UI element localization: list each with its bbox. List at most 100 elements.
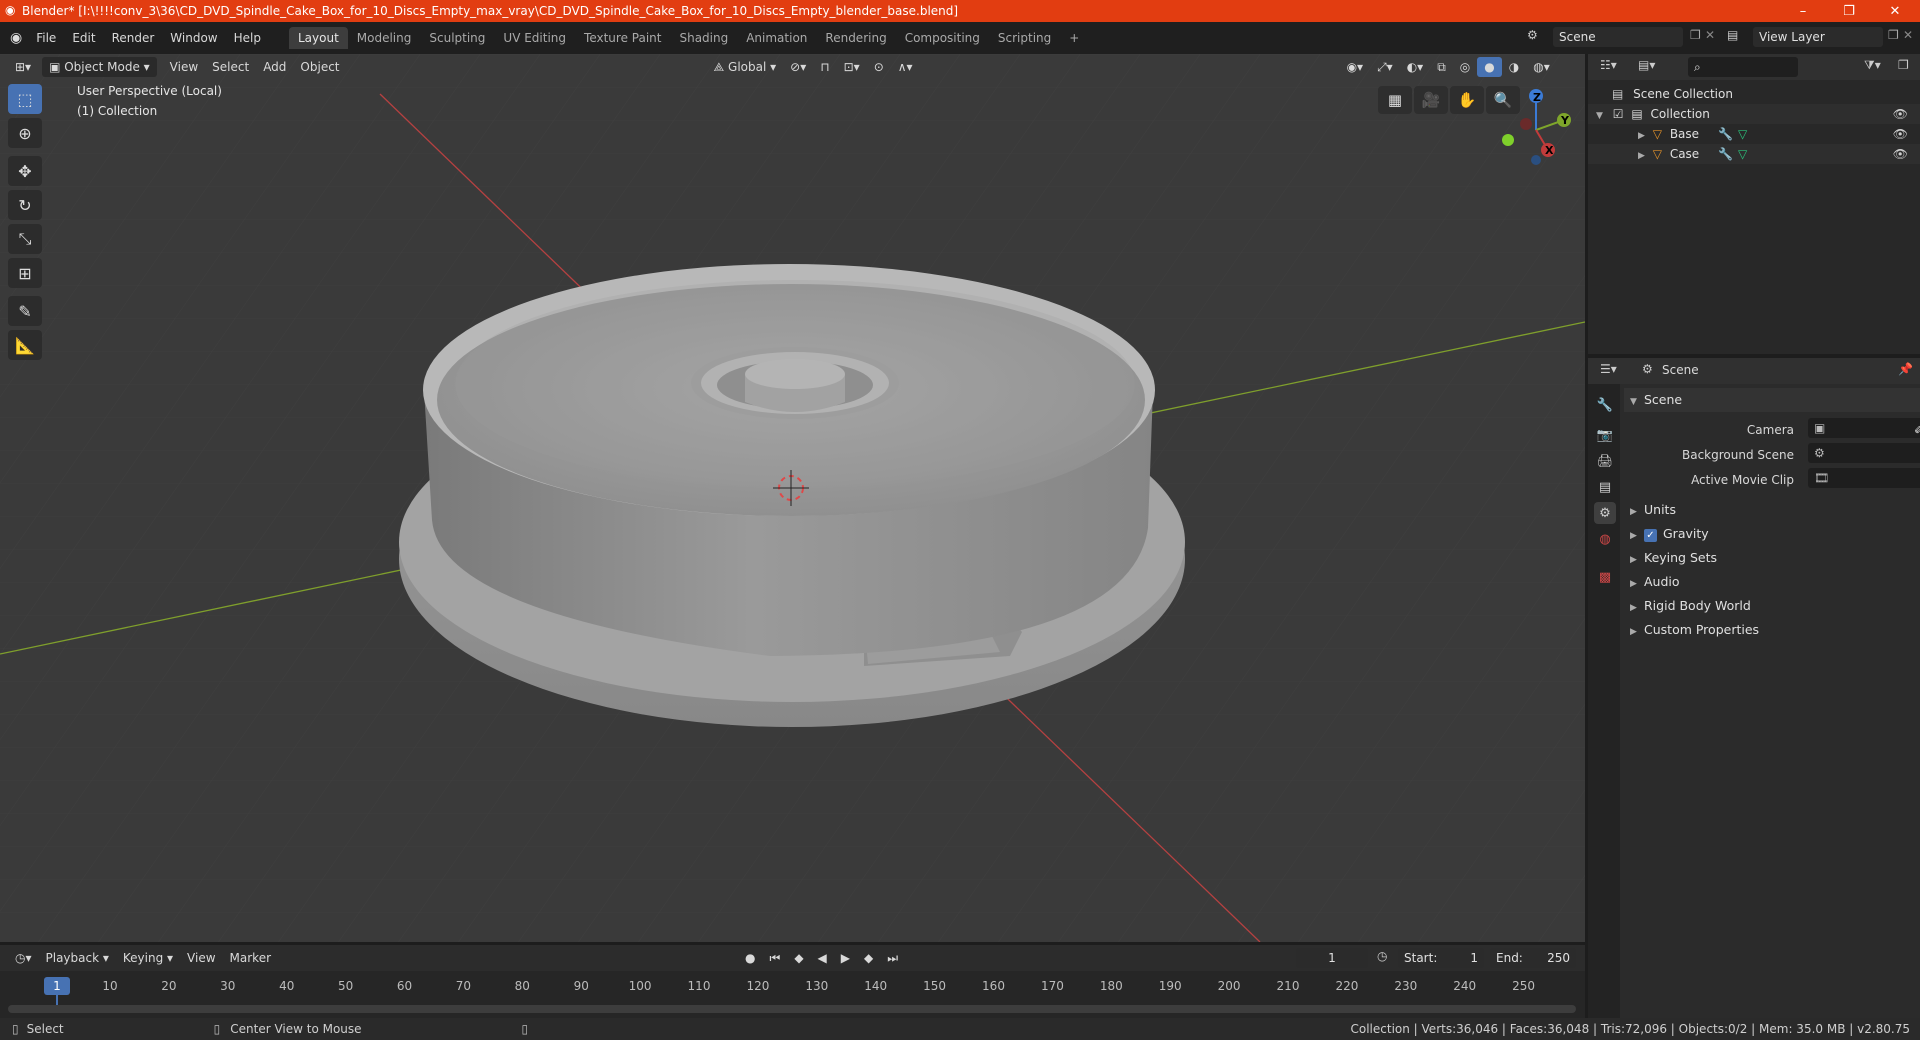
play-button[interactable]: ▶ [834, 948, 857, 968]
outliner-row-case[interactable]: ▶ ▽ Case 🔧 ▽ 👁 [1588, 144, 1920, 164]
menu-edit[interactable]: Edit [64, 27, 103, 49]
select-menu[interactable]: Select [205, 57, 256, 77]
tab-scripting[interactable]: Scripting [989, 27, 1060, 49]
proportional-edit-icon[interactable]: ⊙ [867, 57, 891, 77]
rendered-shading-icon[interactable]: ◍▾ [1526, 57, 1557, 77]
tab-modeling[interactable]: Modeling [348, 27, 421, 49]
annotate-tool[interactable]: ✎ [8, 296, 42, 326]
jump-end-button[interactable]: ⏭ [880, 948, 905, 968]
menu-help[interactable]: Help [226, 27, 269, 49]
expand-arrow-icon[interactable]: ▶ [1638, 131, 1645, 141]
solid-shading-icon[interactable]: ● [1477, 57, 1502, 77]
overlay-icon[interactable]: ◐▾ [1400, 57, 1431, 77]
end-frame-field[interactable]: End: 250 [1490, 948, 1576, 968]
pivot-point-icon[interactable]: ⊘▾ [783, 57, 813, 77]
material-shading-icon[interactable]: ◑ [1502, 57, 1526, 77]
frame-ruler[interactable]: 1 10 20 30 40 50 60 70 80 90 100 110 120 130 140 150 160… [0, 971, 1585, 999]
object-menu[interactable]: Object [293, 57, 346, 77]
visibility-icon[interactable]: ◉▾ [1340, 57, 1371, 77]
menu-file[interactable]: File [28, 27, 64, 49]
jump-start-button[interactable]: ⏮ [763, 948, 788, 968]
gravity-checkbox[interactable]: ✓ [1644, 529, 1657, 542]
maximize-button[interactable]: ❐ [1826, 0, 1872, 22]
eye-icon[interactable]: 👁 [1893, 144, 1908, 164]
transform-tool[interactable]: ⊞ [8, 258, 42, 288]
remove-view-layer-icon[interactable]: ✕ [1903, 28, 1913, 42]
tab-uv-editing[interactable]: UV Editing [494, 27, 575, 49]
falloff-icon[interactable]: ∧▾ [891, 57, 920, 77]
cursor-tool[interactable]: ⊕ [8, 118, 42, 148]
scene-selector[interactable]: Scene [1553, 27, 1683, 47]
outliner-search-input[interactable]: ⌕ [1688, 57, 1798, 77]
keying-menu[interactable]: Keying ▾ [116, 948, 180, 968]
toggle-perspective-button[interactable]: ▦ [1378, 86, 1412, 114]
tab-rendering[interactable]: Rendering [816, 27, 895, 49]
object-mode-dropdown[interactable]: ▣ Object Mode ▾ [42, 57, 157, 77]
tab-shading[interactable]: Shading [670, 27, 737, 49]
eye-icon[interactable]: 👁 [1893, 124, 1908, 144]
tab-animation[interactable]: Animation [737, 27, 816, 49]
world-tab[interactable]: ◍ [1594, 528, 1616, 550]
outliner-row-collection[interactable]: ▼ ☑ ▤ Collection 👁 [1588, 104, 1920, 124]
editor-type-icon[interactable]: ⊞▾ [8, 57, 38, 77]
menu-window[interactable]: Window [162, 27, 225, 49]
prev-keyframe-button[interactable]: ◆ [787, 948, 810, 968]
texture-tab[interactable]: ▩ [1594, 566, 1616, 588]
playback-menu[interactable]: Playback ▾ [39, 948, 116, 968]
move-tool[interactable]: ✥ [8, 156, 42, 186]
close-button[interactable]: ✕ [1872, 0, 1918, 22]
add-workspace-button[interactable]: + [1060, 27, 1088, 49]
add-menu[interactable]: Add [256, 57, 293, 77]
next-keyframe-button[interactable]: ◆ [857, 948, 880, 968]
menu-render[interactable]: Render [104, 27, 163, 49]
tab-texture-paint[interactable]: Texture Paint [575, 27, 670, 49]
minimize-button[interactable]: – [1780, 0, 1826, 22]
units-panel[interactable]: ▶ Units [1624, 498, 1920, 522]
play-reverse-button[interactable]: ◀ [811, 948, 834, 968]
select-box-tool[interactable]: ⬚ [8, 84, 42, 114]
tool-tab[interactable]: 🔧 [1594, 394, 1616, 416]
3d-viewport[interactable]: ⊞▾ ▣ Object Mode ▾ View Select Add Objec… [0, 54, 1585, 942]
properties-editor-icon[interactable]: ☰▾ [1600, 362, 1617, 376]
cake-box-case[interactable] [423, 264, 1155, 656]
custom-properties-panel[interactable]: ▶ Custom Properties [1624, 618, 1920, 642]
snap-target-icon[interactable]: ⊡▾ [837, 57, 867, 77]
pin-icon[interactable]: 📌 [1898, 362, 1913, 376]
keying-sets-panel[interactable]: ▶ Keying Sets [1624, 546, 1920, 570]
timeline-scrollbar[interactable] [8, 1005, 1576, 1013]
camera-field[interactable]: ▣ [1808, 418, 1920, 438]
pan-view-button[interactable]: ✋ [1450, 86, 1484, 114]
gravity-panel[interactable]: ▶ ✓ Gravity [1624, 522, 1920, 546]
scale-tool[interactable]: ⤡ [8, 224, 42, 254]
render-tab[interactable]: 📷 [1594, 424, 1616, 446]
tab-layout[interactable]: Layout [288, 27, 348, 49]
view-layer-selector[interactable]: View Layer [1753, 27, 1883, 47]
eye-icon[interactable]: 👁 [1893, 104, 1908, 124]
display-mode-icon[interactable]: ▤▾ [1638, 58, 1655, 72]
collapse-arrow-icon[interactable]: ▼ [1596, 111, 1603, 121]
eyedropper-icon[interactable]: ✐ [1914, 418, 1920, 442]
rigid-body-world-panel[interactable]: ▶ Rigid Body World [1624, 594, 1920, 618]
view-menu[interactable]: View [163, 57, 205, 77]
start-frame-field[interactable]: Start: 1 [1398, 948, 1484, 968]
record-button[interactable]: ● [738, 948, 762, 968]
outliner-editor-icon[interactable]: ☷▾ [1600, 58, 1617, 72]
checkbox-icon[interactable]: ☑ [1613, 107, 1624, 121]
view-layer-tab[interactable]: ▤ [1594, 476, 1616, 498]
active-movie-clip-field[interactable]: 🎞 [1808, 468, 1920, 488]
new-collection-icon[interactable]: ❐ [1898, 58, 1909, 72]
wireframe-shading-icon[interactable]: ◎ [1453, 57, 1477, 77]
rotate-tool[interactable]: ↻ [8, 190, 42, 220]
marker-menu[interactable]: Marker [223, 948, 278, 968]
transform-orientation-dropdown[interactable]: ⟁ Global ▾ [707, 57, 784, 77]
blender-menu-icon[interactable]: ◉ [10, 30, 22, 46]
background-scene-field[interactable]: ⚙ [1808, 443, 1920, 463]
scene-section-header[interactable]: ▼ Scene [1624, 388, 1920, 412]
current-frame-field[interactable]: 1 [1296, 948, 1368, 968]
clock-icon[interactable]: ◷ [1377, 949, 1387, 963]
gizmo-icon[interactable]: ⤢▾ [1370, 57, 1400, 77]
new-view-layer-icon[interactable]: ❐ [1888, 28, 1899, 42]
filter-icon[interactable]: ⧩▾ [1864, 58, 1881, 73]
remove-scene-icon[interactable]: ✕ [1705, 28, 1715, 42]
camera-view-button[interactable]: 🎥 [1414, 86, 1448, 114]
